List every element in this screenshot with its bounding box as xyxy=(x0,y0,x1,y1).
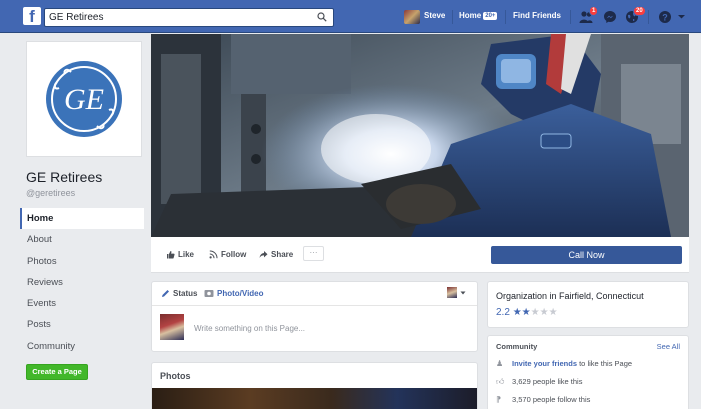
invite-friends-icon: ♟ xyxy=(496,359,504,368)
thumbs-up-icon: 👍︎ xyxy=(496,377,505,386)
left-nav-about[interactable]: About xyxy=(20,229,144,250)
facebook-logo-letter: f xyxy=(29,7,35,25)
home-link[interactable]: Home 20+ xyxy=(459,11,498,20)
chevron-down-icon xyxy=(460,291,466,295)
account-menu-chevron-down-icon[interactable] xyxy=(677,12,686,21)
page-category: Organization in Fairfield, Connecticut xyxy=(496,291,644,301)
photo-video-tab-label: Photo/Video xyxy=(217,289,264,298)
page-name: GE Retirees xyxy=(26,169,103,185)
invite-friends-row: ♟ Invite your friends to like this Page xyxy=(496,359,632,368)
follow-rss-icon: ⁋ xyxy=(496,395,502,404)
invite-friends-link[interactable]: Invite your friends xyxy=(512,359,577,368)
follows-count-text: 3,570 people follow this xyxy=(512,395,591,404)
post-as-selector[interactable] xyxy=(447,287,466,299)
page-left-navigation: Home About Photos Reviews Events Posts C… xyxy=(20,208,144,357)
nav-divider xyxy=(505,10,506,24)
community-see-all-link[interactable]: See All xyxy=(657,342,680,351)
more-options-button[interactable]: ··· xyxy=(303,246,324,261)
follow-button[interactable]: Follow xyxy=(209,248,246,262)
top-navigation-bar: f Steve Home20+ Find Friends 1 20 ? xyxy=(0,0,701,33)
friend-requests-badge: 1 xyxy=(589,6,599,16)
photos-thumbnail-strip[interactable] xyxy=(152,388,477,409)
rating-number: 2.2 xyxy=(496,307,510,318)
nav-divider xyxy=(648,10,649,24)
search-input[interactable] xyxy=(49,9,309,26)
home-count-badge: 20+ xyxy=(483,12,498,20)
ge-logo-icon: GE xyxy=(46,61,122,137)
like-label: Like xyxy=(178,250,195,259)
page-profile-picture[interactable]: GE xyxy=(26,41,142,157)
messenger-icon[interactable] xyxy=(603,10,617,24)
follow-label: Follow xyxy=(221,250,247,259)
facebook-logo-icon[interactable]: f xyxy=(23,7,41,25)
svg-text:?: ? xyxy=(662,12,668,22)
like-button[interactable]: Like xyxy=(166,248,194,262)
community-card: Community See All ♟ Invite your friends t… xyxy=(487,335,689,409)
photos-section: Photos xyxy=(151,362,478,409)
status-tab[interactable]: Status xyxy=(161,289,197,298)
community-title: Community xyxy=(496,342,538,351)
rating-star-icon: ★ xyxy=(539,307,549,318)
left-nav-photos[interactable]: Photos xyxy=(20,251,144,272)
call-now-button[interactable]: Call Now xyxy=(491,246,682,264)
user-avatar[interactable] xyxy=(404,10,420,24)
page-handle[interactable]: @geretirees xyxy=(26,188,75,198)
home-link-label: Home xyxy=(459,11,482,20)
left-nav-community[interactable]: Community xyxy=(20,336,144,357)
invite-friends-suffix: to like this Page xyxy=(577,359,633,368)
share-button[interactable]: Share xyxy=(259,248,293,262)
composer-input[interactable] xyxy=(194,321,464,335)
left-nav-home[interactable]: Home xyxy=(20,208,144,230)
rating-star-icon: ★ xyxy=(530,307,540,318)
rating-star-icon: ★ xyxy=(548,307,558,318)
composer-user-avatar xyxy=(160,314,184,340)
search-box[interactable] xyxy=(44,8,334,27)
share-label: Share xyxy=(271,250,294,259)
follow-rss-icon xyxy=(209,250,218,259)
create-page-button[interactable]: Create a Page xyxy=(26,364,88,380)
notifications-badge: 20 xyxy=(633,6,646,16)
nav-divider xyxy=(452,10,453,24)
share-arrow-icon xyxy=(259,251,268,258)
rating-star-icon: ★ xyxy=(512,307,522,318)
left-nav-reviews[interactable]: Reviews xyxy=(20,272,144,293)
photo-video-tab[interactable]: Photo/Video xyxy=(204,289,264,298)
rating-star-icon: ★ xyxy=(521,307,531,318)
help-icon[interactable]: ? xyxy=(658,10,672,24)
post-as-avatar xyxy=(447,287,457,299)
page-rating[interactable]: 2.2 ★★★★★ xyxy=(496,307,558,318)
likes-count-row: 👍︎ 3,629 people like this xyxy=(496,377,582,387)
rating-stars: ★★★★★ xyxy=(513,307,558,318)
photos-section-title[interactable]: Photos xyxy=(160,371,191,381)
page-info-card: Organization in Fairfield, Connecticut 2… xyxy=(487,281,689,328)
ge-logo-text: GE xyxy=(64,83,104,116)
post-composer: Status Photo/Video xyxy=(151,281,478,352)
cover-photo[interactable] xyxy=(151,34,689,237)
composer-tabs: Status Photo/Video xyxy=(152,282,477,306)
left-nav-posts[interactable]: Posts xyxy=(20,314,144,335)
user-name-link[interactable]: Steve xyxy=(424,11,445,20)
status-tab-label: Status xyxy=(173,289,198,298)
likes-count-text: 3,629 people like this xyxy=(512,377,583,386)
camera-icon xyxy=(204,290,214,297)
left-nav-events[interactable]: Events xyxy=(20,293,144,314)
follows-count-row: ⁋ 3,570 people follow this xyxy=(496,395,590,404)
thumbs-up-icon xyxy=(167,251,175,259)
find-friends-link[interactable]: Find Friends xyxy=(513,11,561,20)
search-icon[interactable] xyxy=(317,12,327,22)
pencil-icon xyxy=(162,290,169,297)
cover-photo-welder-image xyxy=(151,34,689,237)
nav-divider xyxy=(570,10,571,24)
page-action-bar: Like Follow Share ··· Call Now xyxy=(151,237,689,273)
